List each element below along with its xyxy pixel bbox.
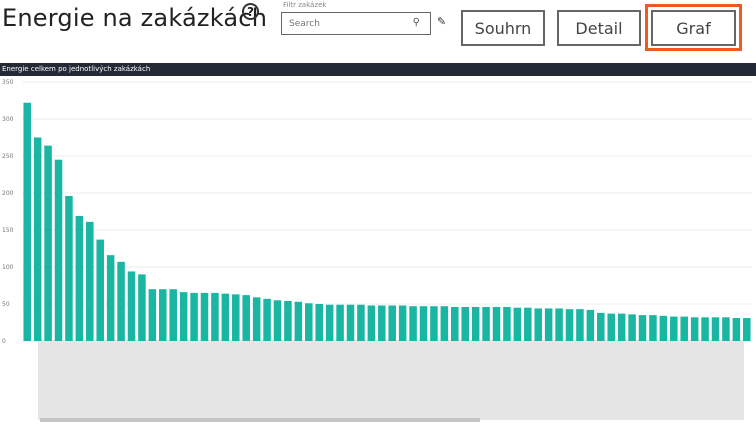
bar[interactable] [722,317,730,341]
bar[interactable] [701,317,709,341]
detail-button[interactable]: Detail [557,10,641,46]
bar[interactable] [649,315,657,341]
y-tick-label: 200 [2,190,14,197]
bar[interactable] [440,306,449,341]
y-tick-label: 0 [2,338,6,344]
bar[interactable] [732,318,741,341]
bar[interactable] [482,306,490,341]
bar[interactable] [617,313,626,341]
bar[interactable] [221,293,230,341]
bar[interactable] [544,308,553,341]
bar[interactable] [75,215,84,341]
search-input[interactable] [287,17,411,30]
bar[interactable] [430,306,438,341]
bar[interactable] [659,315,668,341]
bar[interactable] [555,308,563,341]
bar[interactable] [576,309,584,341]
bar[interactable] [638,315,647,341]
bar[interactable] [138,274,146,341]
bar[interactable] [534,308,542,341]
bar[interactable] [325,304,334,341]
bar[interactable] [263,298,271,341]
bar[interactable] [127,271,136,341]
bar[interactable] [200,292,209,341]
scrollbar[interactable] [40,418,480,422]
bar[interactable] [670,316,678,341]
graf-button[interactable]: Graf [651,10,736,46]
y-tick-label: 50 [2,301,10,308]
bar[interactable] [378,305,386,341]
category-axis-area [38,340,744,420]
bar[interactable] [23,102,31,341]
bar[interactable] [44,145,52,341]
bar[interactable] [106,255,115,341]
bar[interactable] [597,312,605,341]
y-tick-label: 250 [2,153,14,160]
bar[interactable] [211,292,219,341]
y-tick-label: 150 [2,227,14,234]
bar[interactable] [305,303,313,341]
bar[interactable] [96,239,104,341]
y-tick-label: 100 [2,264,14,271]
y-tick-label: 350 [2,79,14,86]
y-tick-label: 300 [2,116,14,123]
bar[interactable] [524,307,532,341]
bar[interactable] [252,297,261,341]
bar[interactable] [461,306,469,341]
bar[interactable] [159,289,167,341]
bar[interactable] [346,304,355,341]
search-icon[interactable]: ⚲ [413,17,420,28]
bar[interactable] [628,314,636,341]
chart-title: Energie celkem po jednotlivých zakázkách [0,63,756,76]
bar[interactable] [169,289,177,341]
bar-chart: 0 50 100 150 200 250 300 350 [2,79,752,344]
bar[interactable] [357,304,365,341]
bar[interactable] [367,305,376,341]
bar[interactable] [190,292,198,341]
bar[interactable] [471,306,480,341]
bar[interactable] [336,304,344,341]
bar[interactable] [232,294,240,341]
bar[interactable] [284,301,292,341]
bar[interactable] [315,304,323,341]
bar[interactable] [711,317,720,341]
bar[interactable] [33,137,42,342]
bar[interactable] [388,305,396,341]
bar[interactable] [680,316,688,341]
bar[interactable] [565,309,574,341]
bar[interactable] [503,306,511,341]
bar[interactable] [409,306,417,341]
bar[interactable] [54,159,63,341]
souhrn-button[interactable]: Souhrn [461,10,545,46]
bar[interactable] [242,295,250,341]
filter-label: Filtr zakázek [283,1,327,9]
bar[interactable] [513,307,522,341]
bar[interactable] [294,301,303,341]
bar[interactable] [86,221,94,341]
bar[interactable] [451,306,459,341]
bar[interactable] [117,261,125,341]
bar[interactable] [273,300,282,341]
bar[interactable] [492,306,501,341]
page-title: Energie na zakázkách [2,4,268,32]
bar[interactable] [690,317,699,341]
help-icon[interactable]: ? [242,3,259,20]
bar[interactable] [586,309,595,341]
bar[interactable] [398,305,407,341]
bar[interactable] [743,318,751,341]
bar[interactable] [65,195,73,341]
bar[interactable] [148,289,157,341]
bar[interactable] [419,306,428,341]
bar[interactable] [179,292,188,341]
eraser-icon[interactable]: ✎ [437,15,446,28]
search-box[interactable]: ⚲ [281,12,431,35]
bar[interactable] [607,313,615,341]
